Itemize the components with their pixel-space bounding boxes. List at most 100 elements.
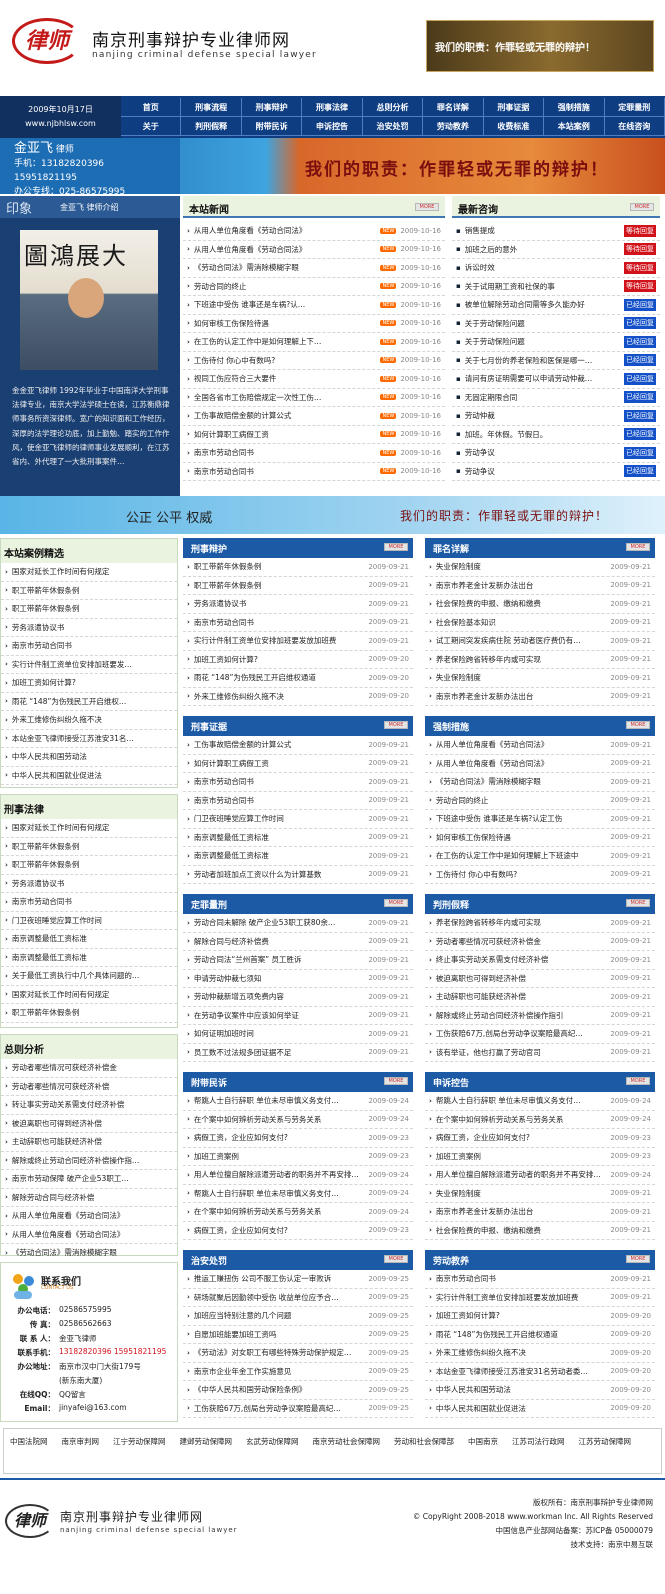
category-item-title[interactable]: 《中华人民共和国劳动保险条例》: [194, 1384, 364, 1395]
category-item-title[interactable]: 工伤获赔67万,创局台劳动争议案赔最高纪…: [194, 1403, 364, 1414]
category-more-button[interactable]: MORE: [384, 1255, 408, 1263]
consult-item-title[interactable]: 劳动争议: [465, 466, 620, 477]
news-item-title[interactable]: 工伤事故赔偿金额的计算公式: [194, 410, 378, 421]
category-item-title[interactable]: 在个案中如何辨析劳动关系与劳务关系: [194, 1114, 364, 1125]
consult-item[interactable]: ▪ 加班。年休假。节假日。 已经回复: [452, 426, 660, 444]
news-item[interactable]: › 视同工伤应符合三大要件 NEW 2009-10-16: [183, 370, 445, 389]
category-item-title[interactable]: 帮跳人士自行辞职 单位未尽审慎义务支付…: [194, 1095, 364, 1106]
category-item-title[interactable]: 加班工资案例: [194, 1151, 364, 1162]
left-list-item[interactable]: › 《劳动合同法》需消除模糊字眼: [1, 1244, 177, 1263]
left-list-item-title[interactable]: 解除或终止劳动合同经济补偿操作指…: [12, 1155, 173, 1166]
friend-link[interactable]: 中国法院网: [10, 1437, 48, 1446]
left-list-item-title[interactable]: 职工带薪年休假条例: [12, 585, 173, 596]
news-item-title[interactable]: 如何审核工伤保险待遇: [194, 318, 378, 329]
left-list-item-title[interactable]: 实行计件制工资单位安排加班要发…: [12, 659, 173, 670]
category-item[interactable]: › 南京市劳动合同书 2009-09-21: [183, 792, 413, 810]
category-item[interactable]: › 门卫夜班睡觉应算工作时间 2009-09-21: [183, 810, 413, 829]
consult-item[interactable]: ▪ 劳动争议 已经回复: [452, 444, 660, 463]
category-item-title[interactable]: 南京市劳动合同书: [436, 1273, 606, 1284]
category-item-title[interactable]: 工伤待付 你心中有数吗?: [436, 869, 606, 880]
left-list-item[interactable]: › 职工带薪年休假条例: [1, 838, 177, 856]
category-item-title[interactable]: 病假工资，企业应如何支付?: [194, 1225, 364, 1236]
left-list-item-title[interactable]: 国家对延长工作时间有何规定: [12, 566, 173, 577]
nav-item[interactable]: 罪名详解: [423, 98, 484, 116]
friend-link[interactable]: 江宁劳动保障网: [113, 1437, 166, 1446]
left-list-item[interactable]: › 南京调整最低工资标准: [1, 930, 177, 949]
category-item[interactable]: › 外来工维修伤纠纷久拖不决 2009-09-20: [183, 688, 413, 706]
nav-item[interactable]: 定罪量刑: [605, 98, 665, 116]
left-list-item[interactable]: › 国家对延长工作时间有何规定: [1, 819, 177, 838]
category-item-title[interactable]: 在工伤的认定工作中是如何理解上下班途中: [436, 850, 606, 861]
category-more-button[interactable]: MORE: [626, 1255, 650, 1263]
news-item[interactable]: › 劳动合同的终止 NEW 2009-10-16: [183, 278, 445, 296]
category-item-title[interactable]: 劳动者哪些情况可获经济补偿金: [436, 936, 606, 947]
category-more-button[interactable]: MORE: [626, 899, 650, 907]
nav-item[interactable]: 首页: [121, 98, 182, 116]
left-list-item-title[interactable]: 职工带薪年休假条例: [12, 841, 173, 852]
news-item[interactable]: › 在工伤的认定工作中是如何理解上下… NEW 2009-10-16: [183, 333, 445, 352]
category-item[interactable]: › 申请劳动仲裁七须知 2009-09-21: [183, 970, 413, 988]
category-item-title[interactable]: 社会保险基本知识: [436, 617, 606, 628]
news-item[interactable]: › 《劳动合同法》需消除模糊字眼 NEW 2009-10-16: [183, 259, 445, 278]
left-list-item-title[interactable]: 门卫夜班睡觉应算工作时间: [12, 915, 173, 926]
category-title[interactable]: 强制措施: [433, 720, 469, 733]
category-item-title[interactable]: 在个案中如何辨析劳动关系与劳务关系: [436, 1114, 606, 1125]
consult-item[interactable]: ▪ 关于试用期工资和社保的事 等待回复: [452, 278, 660, 296]
category-item[interactable]: › 劳务派遣协议书 2009-09-21: [183, 595, 413, 614]
category-item-title[interactable]: 南京市养老金计发新办法出台: [436, 1206, 606, 1217]
category-item-title[interactable]: 劳动者加班加点工资以什么为计算基数: [194, 869, 364, 880]
category-item-title[interactable]: 劳动合同未解除 破产企业53职工获80余…: [194, 917, 364, 928]
category-title[interactable]: 劳动教养: [433, 1254, 469, 1267]
left-list-item-title[interactable]: 雨花 “148”为伤残民工开启维权…: [12, 696, 173, 707]
nav-item[interactable]: 在线咨询: [605, 117, 665, 135]
friend-link[interactable]: 中国南京: [468, 1437, 498, 1446]
category-item-title[interactable]: 推运工赚扭伤 公司不服工伤认定一审败诉: [194, 1273, 364, 1284]
category-item-title[interactable]: 该有举证，他也打赢了劳动官司: [436, 1047, 606, 1058]
category-item[interactable]: › 劳动者加班加点工资以什么为计算基数 2009-09-21: [183, 866, 413, 884]
category-item[interactable]: › 南京调整最低工资标准 2009-09-21: [183, 829, 413, 847]
category-item-title[interactable]: 外来工维修伤纠纷久拖不决: [436, 1347, 606, 1358]
category-item[interactable]: › 劳动合同未解除 破产企业53职工获80余… 2009-09-21: [183, 914, 413, 933]
category-item-title[interactable]: 工伤获赔67万,创局台劳动争议案赔最高纪…: [436, 1028, 606, 1039]
left-list-item[interactable]: › 门卫夜班睡觉应算工作时间: [1, 912, 177, 930]
category-item[interactable]: › 终止事实劳动关系需支付经济补偿 2009-09-21: [425, 951, 655, 970]
category-item-title[interactable]: 劳动合同的终止: [436, 795, 606, 806]
category-item-title[interactable]: 在个案中如何辨析劳动关系与劳务关系: [194, 1206, 364, 1217]
category-item[interactable]: › 南京市劳动合同书 2009-09-21: [183, 773, 413, 792]
category-item-title[interactable]: 研场就聚后因勤领中受伤 收益单位应予合…: [194, 1292, 364, 1303]
news-item-title[interactable]: 在工伤的认定工作中是如何理解上下…: [194, 336, 378, 347]
left-list-item-title[interactable]: 劳务派遣协议书: [12, 622, 173, 633]
category-item[interactable]: › 《劳动法》对女职工有哪些特殊劳动保护规定… 2009-09-25: [183, 1344, 413, 1363]
consult-item[interactable]: ▪ 劳动仲裁 已经回复: [452, 407, 660, 426]
category-item[interactable]: › 社会保险基本知识 2009-09-21: [425, 614, 655, 632]
left-list-item[interactable]: › 从用人单位角度看《劳动合同法》: [1, 1226, 177, 1244]
category-more-button[interactable]: MORE: [626, 543, 650, 551]
category-item[interactable]: › 社会保险费的申报、缴纳和缴费 2009-09-21: [425, 595, 655, 614]
category-item-title[interactable]: 用人单位擅自解除派遣劳动者的职务并不再安排…: [436, 1169, 606, 1180]
category-item[interactable]: › 病假工资，企业应如何支付? 2009-09-23: [425, 1129, 655, 1148]
category-item[interactable]: › 劳动仲裁新增五项免费内容 2009-09-21: [183, 988, 413, 1007]
category-item-title[interactable]: 实行计件制工资单位安排加班要发放加班费: [194, 635, 364, 646]
friend-link[interactable]: 江苏司法行政网: [512, 1437, 565, 1446]
category-item-title[interactable]: 帮跳人士自行辞职 单位未尽审慎义务支付…: [194, 1188, 364, 1199]
news-item-title[interactable]: 下班途中受伤 谁事还是车祸?认…: [194, 299, 378, 310]
category-item-title[interactable]: 从用人单位角度看《劳动合同法》: [436, 739, 606, 750]
category-item[interactable]: › 社会保险费的申报、缴纳和缴费 2009-09-21: [425, 1222, 655, 1240]
category-item[interactable]: › 本站金亚飞律师接受江苏淮安31名劳动者委… 2009-09-20: [425, 1363, 655, 1381]
news-item[interactable]: › 如何审核工伤保险待遇 NEW 2009-10-16: [183, 315, 445, 333]
left-list-item[interactable]: › 劳务派遣协议书: [1, 619, 177, 637]
category-item[interactable]: › 试工期间突发疾病住院 劳动者医疗费仍有… 2009-09-21: [425, 632, 655, 651]
category-item[interactable]: › 在个案中如何辨析劳动关系与劳务关系 2009-09-24: [183, 1111, 413, 1129]
category-item-title[interactable]: 养老保险跨省转移年内或可实现: [436, 917, 606, 928]
category-item[interactable]: › 南京市劳动合同书 2009-09-21: [183, 614, 413, 632]
category-item[interactable]: › 帮跳人士自行辞职 单位未尽审慎义务支付… 2009-09-24: [183, 1092, 413, 1111]
category-item[interactable]: › 在劳动争议案件中应该如何举证 2009-09-21: [183, 1007, 413, 1025]
category-item[interactable]: › 实行计件制工资单位安排加班要发放加班费 2009-09-21: [183, 632, 413, 651]
contact-value[interactable]: QQ留言: [59, 1389, 179, 1400]
left-list-item[interactable]: › 职工带薪年休假条例: [1, 582, 177, 600]
consult-item-title[interactable]: 被单位解除劳动合同需等多久能办好: [465, 299, 620, 310]
left-list-item-title[interactable]: 南京调整最低工资标准: [12, 933, 173, 944]
category-item[interactable]: › 从用人单位角度看《劳动合同法》 2009-09-21: [425, 755, 655, 773]
category-item-title[interactable]: 社会保险费的申报、缴纳和缴费: [436, 1225, 606, 1236]
news-item[interactable]: › 全国各省市工伤赔偿规定一次性工伤… NEW 2009-10-16: [183, 389, 445, 407]
